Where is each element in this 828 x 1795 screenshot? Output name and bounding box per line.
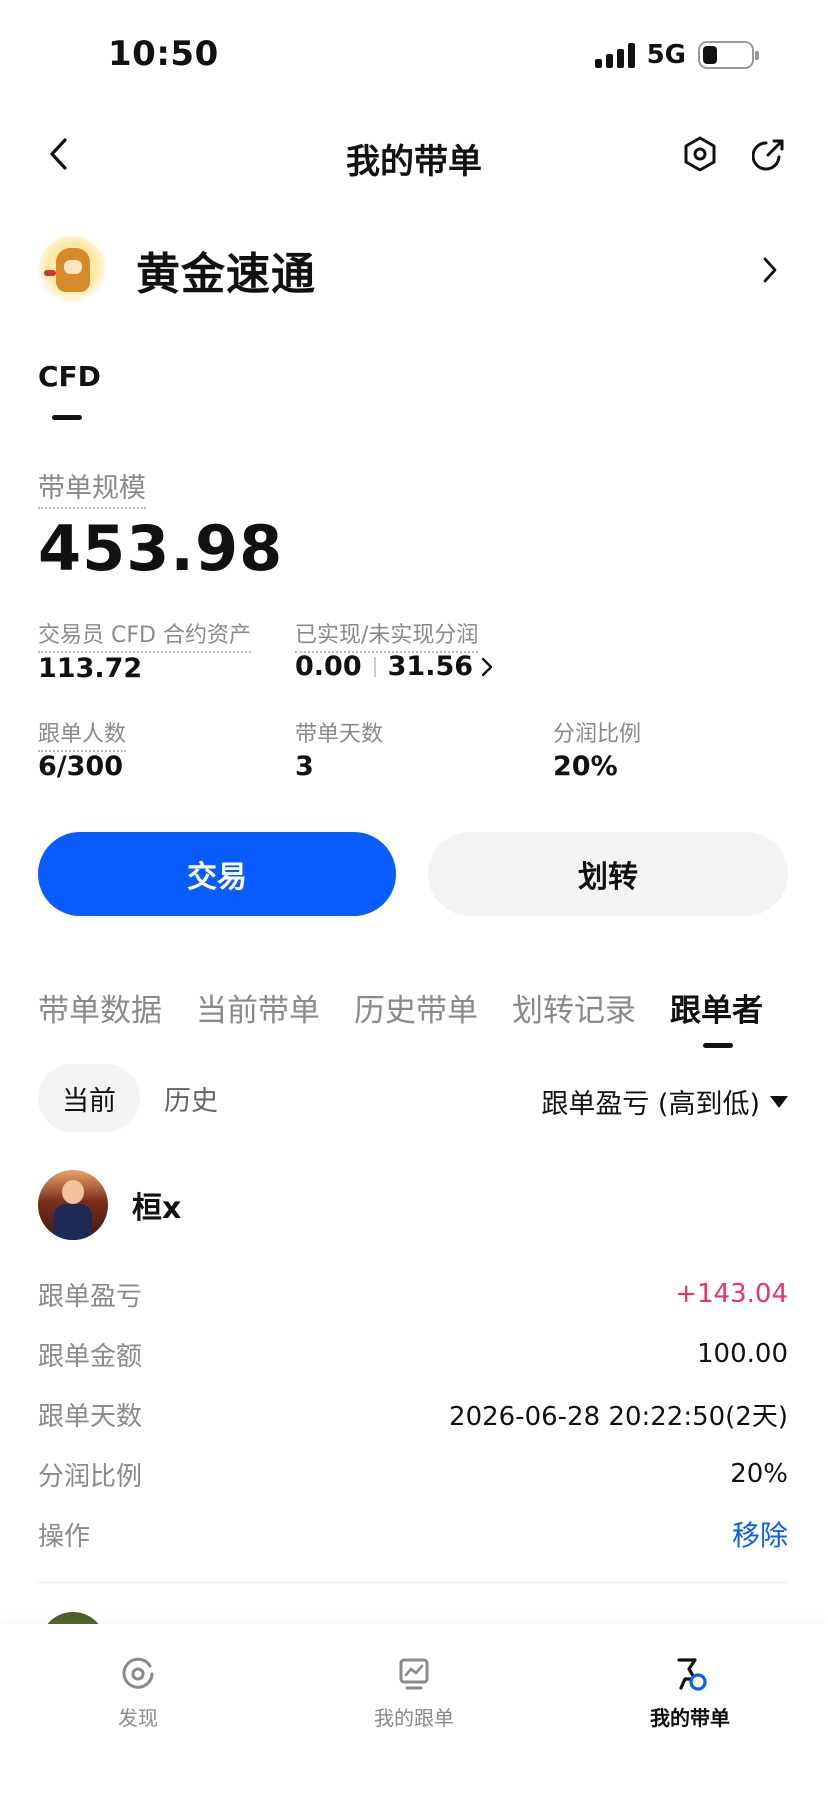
days-label: 带单天数 (295, 722, 384, 747)
share-ratio-value: 20% (730, 1459, 788, 1489)
bottom-nav-my-leads[interactable]: 我的带单 (610, 1654, 770, 1731)
market-tab-cfd[interactable]: CFD (38, 360, 101, 393)
flag-badge-icon (670, 1654, 710, 1694)
value-divider (373, 656, 376, 677)
transfer-button[interactable]: 划转 (428, 832, 788, 916)
list-item: 分润比例 20% (38, 1444, 788, 1504)
followers-label: 跟单人数 (38, 716, 127, 752)
scale-value: 453.98 (38, 512, 284, 585)
bottom-nav: 发现 我的跟单 我的带单 (0, 1624, 828, 1795)
sort-label: 跟单盈亏 (高到低) (541, 1089, 760, 1120)
chevron-right-icon (481, 657, 493, 677)
bottom-nav-label: 发现 (118, 1706, 158, 1730)
nav-bar: 我的带单 (0, 120, 828, 192)
unrealized-value: 31.56 (387, 651, 474, 682)
chevron-right-icon (750, 250, 790, 290)
row-label: 跟单盈亏 (38, 1281, 143, 1312)
hexagon-gear-icon (684, 136, 716, 172)
assets-value: 113.72 (38, 653, 143, 684)
follow-days-value: 2026-06-28 20:22:50(2天) (449, 1401, 788, 1432)
bottom-nav-my-follows[interactable]: 我的跟单 (334, 1654, 494, 1731)
tab-data[interactable]: 带单数据 (38, 985, 162, 1030)
subtab-current[interactable]: 当前 (38, 1064, 140, 1132)
trader-header[interactable]: 黄金速通 (38, 230, 790, 310)
status-bar: 10:50 5G (0, 0, 828, 110)
realized-value: 0.00 (295, 651, 362, 682)
status-time: 10:50 (108, 34, 219, 74)
share-button[interactable] (747, 132, 791, 176)
subtab-history[interactable]: 历史 (140, 1064, 242, 1132)
bottom-nav-discover[interactable]: 发现 (58, 1654, 218, 1731)
assets-label: 交易员 CFD 合约资产 (38, 617, 251, 653)
followers-value: 6/300 (38, 751, 124, 782)
settings-button[interactable] (678, 132, 722, 176)
share-ratio-value: 20% (553, 751, 618, 782)
tab-transfer-records[interactable]: 划转记录 (512, 985, 636, 1030)
network-label: 5G (646, 40, 686, 70)
market-tab-indicator (52, 415, 82, 420)
status-indicators: 5G (594, 40, 759, 70)
tab-history-orders[interactable]: 历史带单 (354, 985, 478, 1030)
remove-button[interactable]: 移除 (732, 1514, 788, 1554)
list-item: 跟单金额 100.00 (38, 1324, 788, 1384)
row-label: 跟单天数 (38, 1401, 143, 1432)
trade-button[interactable]: 交易 (38, 832, 396, 916)
follower-subtabs: 当前 历史 (38, 1064, 242, 1132)
list-item: 跟单盈亏 +143.04 (38, 1264, 788, 1324)
battery-icon (698, 41, 759, 69)
avatar (38, 1170, 108, 1240)
signal-icon (594, 42, 635, 68)
row-label: 分润比例 (38, 1461, 143, 1492)
divider (38, 1582, 788, 1583)
share-ratio-label: 分润比例 (553, 722, 642, 747)
caret-down-icon (770, 1095, 788, 1108)
tab-followers[interactable]: 跟单者 (670, 985, 763, 1030)
bottom-nav-label: 我的带单 (650, 1706, 730, 1730)
profit-share-values[interactable]: 0.00 31.56 (295, 651, 493, 682)
row-label: 跟单金额 (38, 1341, 143, 1372)
follow-pnl-value: +143.04 (675, 1279, 788, 1309)
tab-current-orders[interactable]: 当前带单 (196, 985, 320, 1030)
section-tabs: 带单数据 当前带单 历史带单 划转记录 跟单者 (38, 985, 828, 1030)
list-item: 跟单天数 2026-06-28 20:22:50(2天) (38, 1384, 788, 1444)
trader-avatar (38, 236, 106, 304)
chart-board-icon (394, 1654, 434, 1694)
follower-name: 桓x (132, 1191, 182, 1226)
scale-label: 带单规模 (38, 466, 146, 509)
list-item: 操作 移除 (38, 1504, 788, 1564)
profit-share-label: 已实现/未实现分润 (295, 617, 479, 653)
tab-indicator (703, 1043, 733, 1048)
days-value: 3 (295, 751, 314, 782)
bottom-nav-label: 我的跟单 (374, 1706, 454, 1730)
discover-icon (118, 1654, 158, 1694)
follower-card: 桓x 跟单盈亏 +143.04 跟单金额 100.00 跟单天数 2026-06… (38, 1168, 788, 1564)
sort-dropdown[interactable]: 跟单盈亏 (高到低) (541, 1082, 788, 1121)
follow-amount-value: 100.00 (697, 1339, 788, 1369)
row-label: 操作 (38, 1521, 91, 1552)
share-icon (752, 139, 784, 171)
trader-name: 黄金速通 (136, 249, 316, 300)
